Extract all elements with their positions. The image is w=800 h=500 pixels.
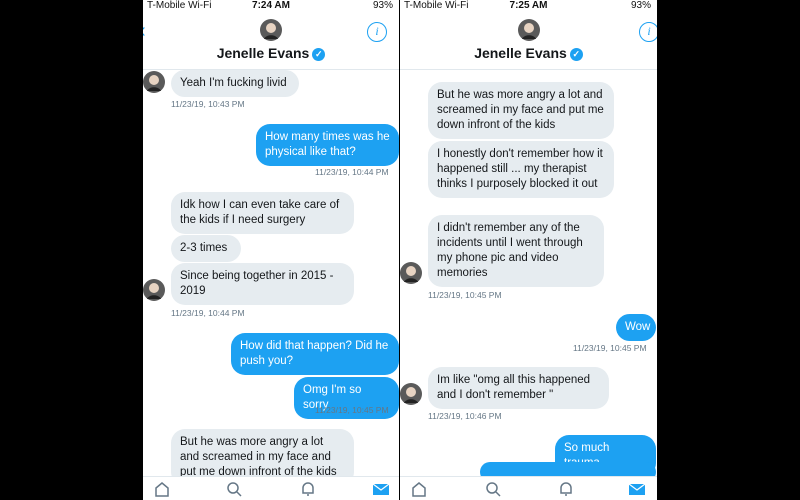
contact-name-text: Jenelle Evans <box>216 45 310 61</box>
avatar[interactable] <box>517 19 540 41</box>
carrier-label: T-Mobile Wi-Fi <box>404 0 469 11</box>
tab-bar <box>143 476 399 500</box>
battery-level: 93% <box>630 0 651 11</box>
status-bar: T-Mobile Wi-Fi 7:25 AM 93% <box>400 0 657 12</box>
search-icon[interactable] <box>484 481 502 497</box>
message-incoming: I didn't remember any of the incidents u… <box>428 215 604 287</box>
notifications-icon[interactable] <box>299 481 317 497</box>
message-timestamp: 11/23/19, 10:45 PM <box>428 290 502 300</box>
message-outgoing: Wow <box>616 314 656 341</box>
message-incoming: Since being together in 2015 - 2019 <box>171 263 354 305</box>
contact-name: Jenelle Evans ✓ <box>143 45 399 61</box>
avatar[interactable] <box>400 383 422 405</box>
message-timestamp: 11/23/19, 10:45 PM <box>315 405 389 415</box>
avatar[interactable] <box>260 19 282 41</box>
message-incoming: But he was more angry a lot and screamed… <box>428 82 614 139</box>
message-timestamp: 11/23/19, 10:43 PM <box>171 99 245 109</box>
message-outgoing: How many times was he physical like that… <box>256 124 399 166</box>
verified-badge-icon: ✓ <box>569 48 583 61</box>
clock: 7:25 AM <box>509 0 548 11</box>
avatar[interactable] <box>143 279 165 301</box>
messages-icon[interactable] <box>628 481 646 497</box>
conversation-header: ‹ Jenelle Evans✓ i <box>143 12 399 70</box>
message-incoming: I honestly don't remember how it happene… <box>428 141 614 198</box>
right-screenshot: T-Mobile Wi-Fi 7:25 AM 93% Jenelle Evans… <box>400 0 657 500</box>
message-incoming: Yeah I'm fucking livid <box>171 70 299 97</box>
avatar[interactable] <box>400 262 422 284</box>
contact-name-text: Jenelle Evans <box>474 45 567 61</box>
carrier-label: T-Mobile Wi-Fi <box>147 0 212 11</box>
conversation-header: Jenelle Evans ✓ i <box>400 12 657 70</box>
avatar[interactable] <box>143 71 165 93</box>
clock: 7:24 AM <box>252 0 290 11</box>
home-icon[interactable] <box>153 481 171 497</box>
tab-bar <box>400 476 657 500</box>
contact-name: Jenelle Evans ✓ <box>400 45 657 61</box>
message-incoming: Im like "omg all this happened and I don… <box>428 367 609 409</box>
battery-level: 93% <box>372 0 393 11</box>
message-timestamp: 11/23/19, 10:44 PM <box>171 308 245 318</box>
message-outgoing: How did that happen? Did he push you? <box>231 333 399 375</box>
message-timestamp: 11/23/19, 10:44 PM <box>315 167 389 177</box>
home-icon[interactable] <box>410 481 428 497</box>
info-icon[interactable]: i <box>639 22 657 42</box>
info-icon[interactable]: i <box>367 22 387 42</box>
notifications-icon[interactable] <box>557 481 575 497</box>
message-timestamp: 11/23/19, 10:45 PM <box>573 343 647 353</box>
messages-icon[interactable] <box>372 481 390 497</box>
back-icon[interactable]: ‹ <box>143 20 146 43</box>
verified-badge-icon: ✓ <box>312 48 326 61</box>
left-screenshot: T-Mobile Wi-Fi 7:24 AM 93% ‹ Jenelle Eva… <box>143 0 399 500</box>
message-incoming: 2-3 times <box>171 235 241 262</box>
message-timestamp: 11/23/19, 10:46 PM <box>428 411 502 421</box>
message-incoming: Idk how I can even take care of the kids… <box>171 192 354 234</box>
status-bar: T-Mobile Wi-Fi 7:24 AM 93% <box>143 0 399 12</box>
search-icon[interactable] <box>225 481 243 497</box>
